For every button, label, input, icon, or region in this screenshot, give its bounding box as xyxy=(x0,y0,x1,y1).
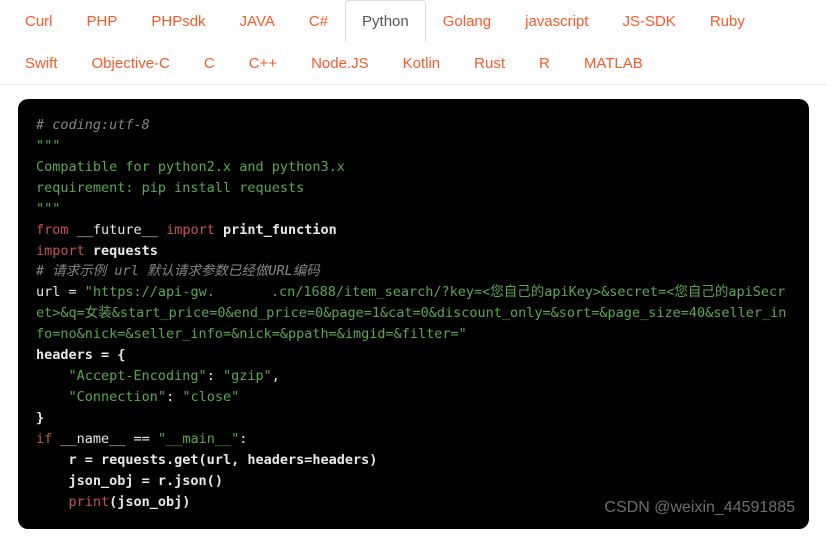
code-text: : xyxy=(239,431,247,447)
code-comment: # 请求示例 url 默认请求参数已经做URL编码 xyxy=(36,263,320,279)
identifier: print_function xyxy=(215,222,337,238)
code-line: requirement: pip install requests xyxy=(36,180,304,196)
tab-matlab[interactable]: MATLAB xyxy=(567,42,660,85)
tab-cpp[interactable]: C++ xyxy=(232,42,294,85)
code-line: """ xyxy=(36,201,60,217)
code-line: """ xyxy=(36,138,60,154)
language-tabs: Curl PHP PHPsdk JAVA C# Python Golang ja… xyxy=(0,0,827,85)
identifier: requests xyxy=(85,243,158,259)
tab-jssdk[interactable]: JS-SDK xyxy=(605,0,692,43)
code-text xyxy=(36,494,69,510)
keyword-if: if xyxy=(36,431,52,447)
code-line: # coding:utf-8 xyxy=(36,117,150,133)
code-text: : xyxy=(207,368,223,384)
string-literal: "https://api-gw. xyxy=(85,284,215,300)
code-block: # coding:utf-8 """ Compatible for python… xyxy=(18,99,809,529)
tab-c[interactable]: C xyxy=(187,42,232,85)
code-text: __future__ xyxy=(69,222,167,238)
tab-javascript[interactable]: javascript xyxy=(508,0,605,43)
tab-php[interactable]: PHP xyxy=(70,0,135,43)
builtin-print: print xyxy=(69,494,110,510)
code-text: , xyxy=(272,368,280,384)
dict-value: "gzip" xyxy=(223,368,272,384)
code-line: r = requests.get(url, headers=headers) xyxy=(36,452,377,468)
tab-csharp[interactable]: C# xyxy=(292,0,345,43)
tab-java[interactable]: JAVA xyxy=(223,0,292,43)
code-line: } xyxy=(36,410,44,426)
dict-value: "close" xyxy=(182,389,239,405)
code-text: : xyxy=(166,389,182,405)
code-line: json_obj = r.json() xyxy=(36,473,223,489)
redacted-host xyxy=(215,286,271,298)
tab-swift[interactable]: Swift xyxy=(8,42,75,85)
tab-golang[interactable]: Golang xyxy=(426,0,508,43)
tab-phpsdk[interactable]: PHPsdk xyxy=(134,0,222,43)
code-text: (json_obj) xyxy=(109,494,190,510)
code-line: headers = { xyxy=(36,347,125,363)
keyword-from: from xyxy=(36,222,69,238)
keyword-import: import xyxy=(36,243,85,259)
tab-nodejs[interactable]: Node.JS xyxy=(294,42,386,85)
code-line: Compatible for python2.x and python3.x xyxy=(36,159,345,175)
tab-ruby[interactable]: Ruby xyxy=(693,0,762,43)
tab-r[interactable]: R xyxy=(522,42,567,85)
string-literal: "__main__" xyxy=(158,431,239,447)
tab-python[interactable]: Python xyxy=(345,0,426,43)
tab-rust[interactable]: Rust xyxy=(457,42,522,85)
keyword-import: import xyxy=(166,222,215,238)
code-content: # coding:utf-8 """ Compatible for python… xyxy=(36,115,791,513)
tab-curl[interactable]: Curl xyxy=(8,0,70,43)
dict-key: "Accept-Encoding" xyxy=(36,368,207,384)
code-text: __name__ == xyxy=(52,431,158,447)
tab-kotlin[interactable]: Kotlin xyxy=(386,42,458,85)
tab-objc[interactable]: Objective-C xyxy=(75,42,187,85)
code-text: url = xyxy=(36,284,85,300)
dict-key: "Connection" xyxy=(36,389,166,405)
